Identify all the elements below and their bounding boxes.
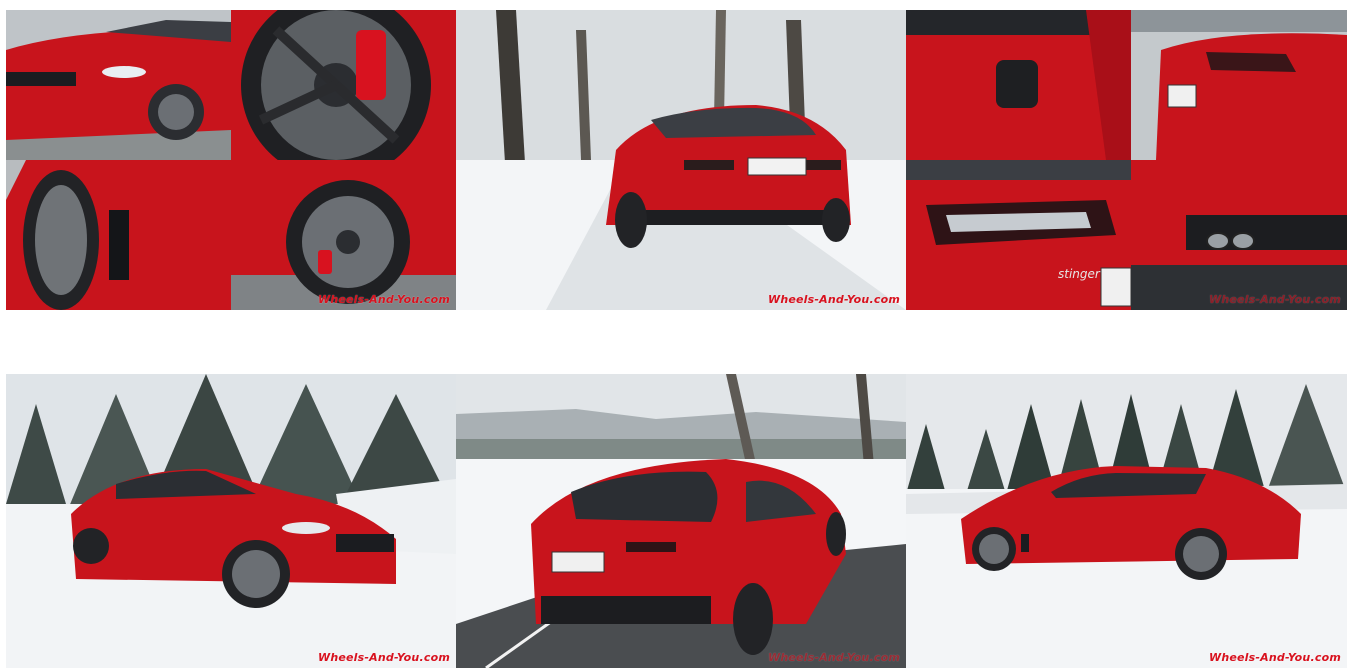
watermark-text: Wheels-And-You.com [768, 651, 900, 664]
watermark-text: Wheels-And-You.com [1209, 651, 1341, 664]
watermark-text: Wheels-And-You.com [318, 293, 450, 306]
front-three-quarter-image [6, 374, 456, 668]
stinger-badge: stinger [1058, 267, 1101, 281]
gallery-tile-rear-three-quarter[interactable]: Wheels-And-You.com [456, 374, 906, 668]
side-profile-image [906, 374, 1347, 668]
watermark-text: Wheels-And-You.com [1209, 293, 1341, 306]
rear-three-quarter-image [456, 374, 906, 668]
gallery-tile-detail-collage-front[interactable]: Wheels-And-You.com [6, 10, 456, 310]
gallery-tile-front-three-quarter[interactable]: Wheels-And-You.com [6, 374, 456, 668]
collage-rear-image: stinger [906, 10, 1347, 310]
watermark-text: Wheels-And-You.com [318, 651, 450, 664]
gallery-tile-rear-snow-road[interactable]: Wheels-And-You.com [456, 10, 906, 310]
watermark-text: Wheels-And-You.com [768, 293, 900, 306]
gallery-tile-side-profile[interactable]: Wheels-And-You.com [906, 374, 1347, 668]
gallery-tile-detail-collage-rear[interactable]: stinger Wheels-And-You.com [906, 10, 1347, 310]
rear-road-image [456, 10, 906, 310]
collage-front-image [6, 10, 456, 310]
